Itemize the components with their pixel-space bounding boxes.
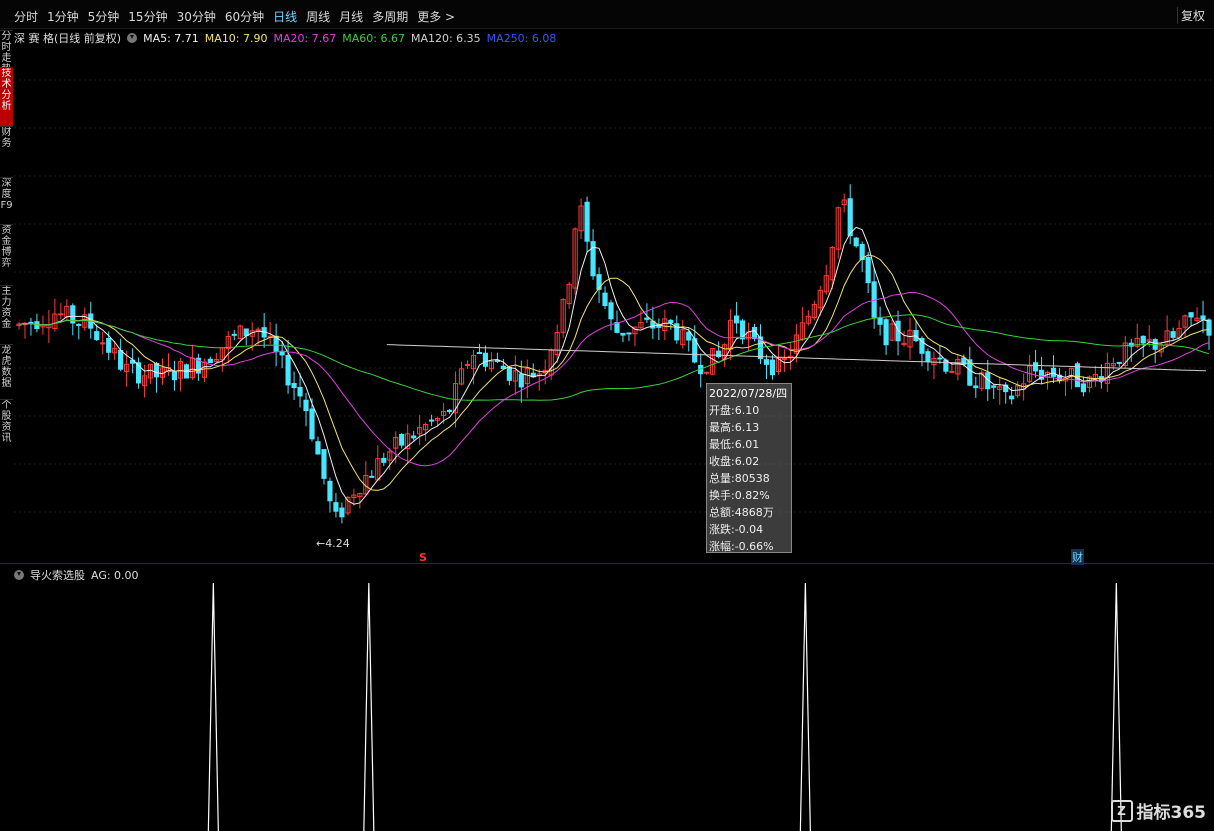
candle-body xyxy=(1032,362,1039,372)
candle-body xyxy=(686,331,692,341)
candle-body xyxy=(171,371,178,381)
tooltip-date: 2022/07/28/四 xyxy=(709,387,788,400)
candle-body xyxy=(291,382,297,389)
ma20-line xyxy=(18,291,1210,467)
candle-body xyxy=(476,352,483,355)
candle-body xyxy=(94,331,100,341)
tooltip-line-1: 最高:6.13 xyxy=(709,421,760,434)
candle-body xyxy=(285,355,291,386)
candle-body xyxy=(243,328,249,337)
candle-body xyxy=(733,315,740,324)
candle-body xyxy=(602,292,608,307)
min-price-label: ←4.24 xyxy=(316,537,350,550)
candle-body xyxy=(991,385,997,388)
candle-body xyxy=(865,257,871,284)
z-logo-icon: Z xyxy=(1110,799,1133,822)
candle-body xyxy=(315,441,321,455)
tooltip-line-0: 开盘:6.10 xyxy=(709,404,760,417)
candle-body xyxy=(207,358,213,364)
candle-body xyxy=(644,317,650,320)
candle-body xyxy=(106,338,112,353)
signal-spike xyxy=(799,582,811,831)
candle-body xyxy=(231,333,237,336)
candle-body xyxy=(411,435,417,439)
tooltip-line-7: 涨跌:-0.04 xyxy=(709,523,764,536)
candle-body xyxy=(118,350,124,370)
tooltip-line-2: 最低:6.01 xyxy=(709,438,760,451)
candle-body xyxy=(1080,383,1087,393)
signal-spike xyxy=(1110,582,1122,831)
signal-spike xyxy=(363,582,375,831)
candle-body xyxy=(303,399,309,412)
logo-text: 指标365 xyxy=(1136,803,1207,823)
candle-body xyxy=(608,302,614,320)
candle-body xyxy=(668,319,674,324)
candle-body xyxy=(76,323,82,326)
candle-body xyxy=(309,408,315,440)
candle-body xyxy=(853,237,859,247)
candle-body xyxy=(937,357,943,360)
candle-body xyxy=(949,370,955,373)
candle-body xyxy=(704,371,710,374)
signal-spike xyxy=(207,582,219,831)
candle-body xyxy=(781,357,788,360)
candle-body xyxy=(506,366,512,381)
candle-body xyxy=(339,507,345,518)
candle-body xyxy=(464,363,471,366)
candle-body xyxy=(333,502,339,512)
candle-body xyxy=(584,201,590,242)
candle-body xyxy=(327,480,333,502)
candle-body xyxy=(614,322,620,333)
dropdown-circle-icon[interactable] xyxy=(14,570,24,580)
tooltip-line-5: 换手:0.82% xyxy=(709,489,770,502)
candle-body xyxy=(297,386,303,397)
candle-body xyxy=(1140,335,1146,344)
candle-body xyxy=(279,350,285,356)
candle-body xyxy=(153,362,160,378)
candle-body xyxy=(381,457,387,463)
candle-body xyxy=(847,198,853,237)
tooltip-line-6: 总额:4868万 xyxy=(709,506,774,519)
candle-body xyxy=(596,274,602,290)
candle-body xyxy=(973,385,979,389)
ma60-line xyxy=(18,314,1210,401)
candle-body xyxy=(1009,395,1015,400)
candle-body xyxy=(1170,331,1176,338)
indicator-legend: 导火索选股 AG: 0.00 xyxy=(14,567,139,583)
candle-body xyxy=(1188,312,1194,318)
candle-body xyxy=(769,359,776,376)
ohlc-tooltip: 2022/07/28/四 开盘:6.10 最高:6.13 最低:6.01 收盘:6.0… xyxy=(706,383,792,553)
candle-body xyxy=(716,350,722,358)
tooltip-line-4: 总量:80538 xyxy=(709,472,770,485)
candle-body xyxy=(446,409,453,413)
pane-divider[interactable] xyxy=(0,563,1214,564)
candle-body xyxy=(877,317,883,325)
indicator-value: AG: 0.00 xyxy=(91,568,139,582)
indicator-name: 导火索选股 xyxy=(30,569,85,582)
candle-body xyxy=(1200,315,1206,320)
candle-body xyxy=(321,449,327,479)
candle-body xyxy=(369,475,375,478)
candle-body xyxy=(925,351,931,362)
candle-body xyxy=(883,319,889,346)
candle-body xyxy=(1116,361,1122,364)
candle-body xyxy=(763,359,770,365)
candle-body xyxy=(590,241,596,277)
candle-body xyxy=(518,373,524,388)
tooltip-line-3: 收盘:6.02 xyxy=(709,455,760,468)
candle-body xyxy=(399,434,405,446)
brand-logo: Z 指标365 xyxy=(1110,798,1207,823)
candle-body xyxy=(1206,319,1212,336)
candle-body xyxy=(1050,367,1057,377)
candle-body xyxy=(620,332,626,336)
candle-body xyxy=(429,419,435,422)
tooltip-line-8: 涨幅:-0.66% xyxy=(709,540,774,553)
kline-chart[interactable] xyxy=(0,0,1214,831)
candle-body xyxy=(626,332,632,335)
candle-body xyxy=(482,352,489,367)
